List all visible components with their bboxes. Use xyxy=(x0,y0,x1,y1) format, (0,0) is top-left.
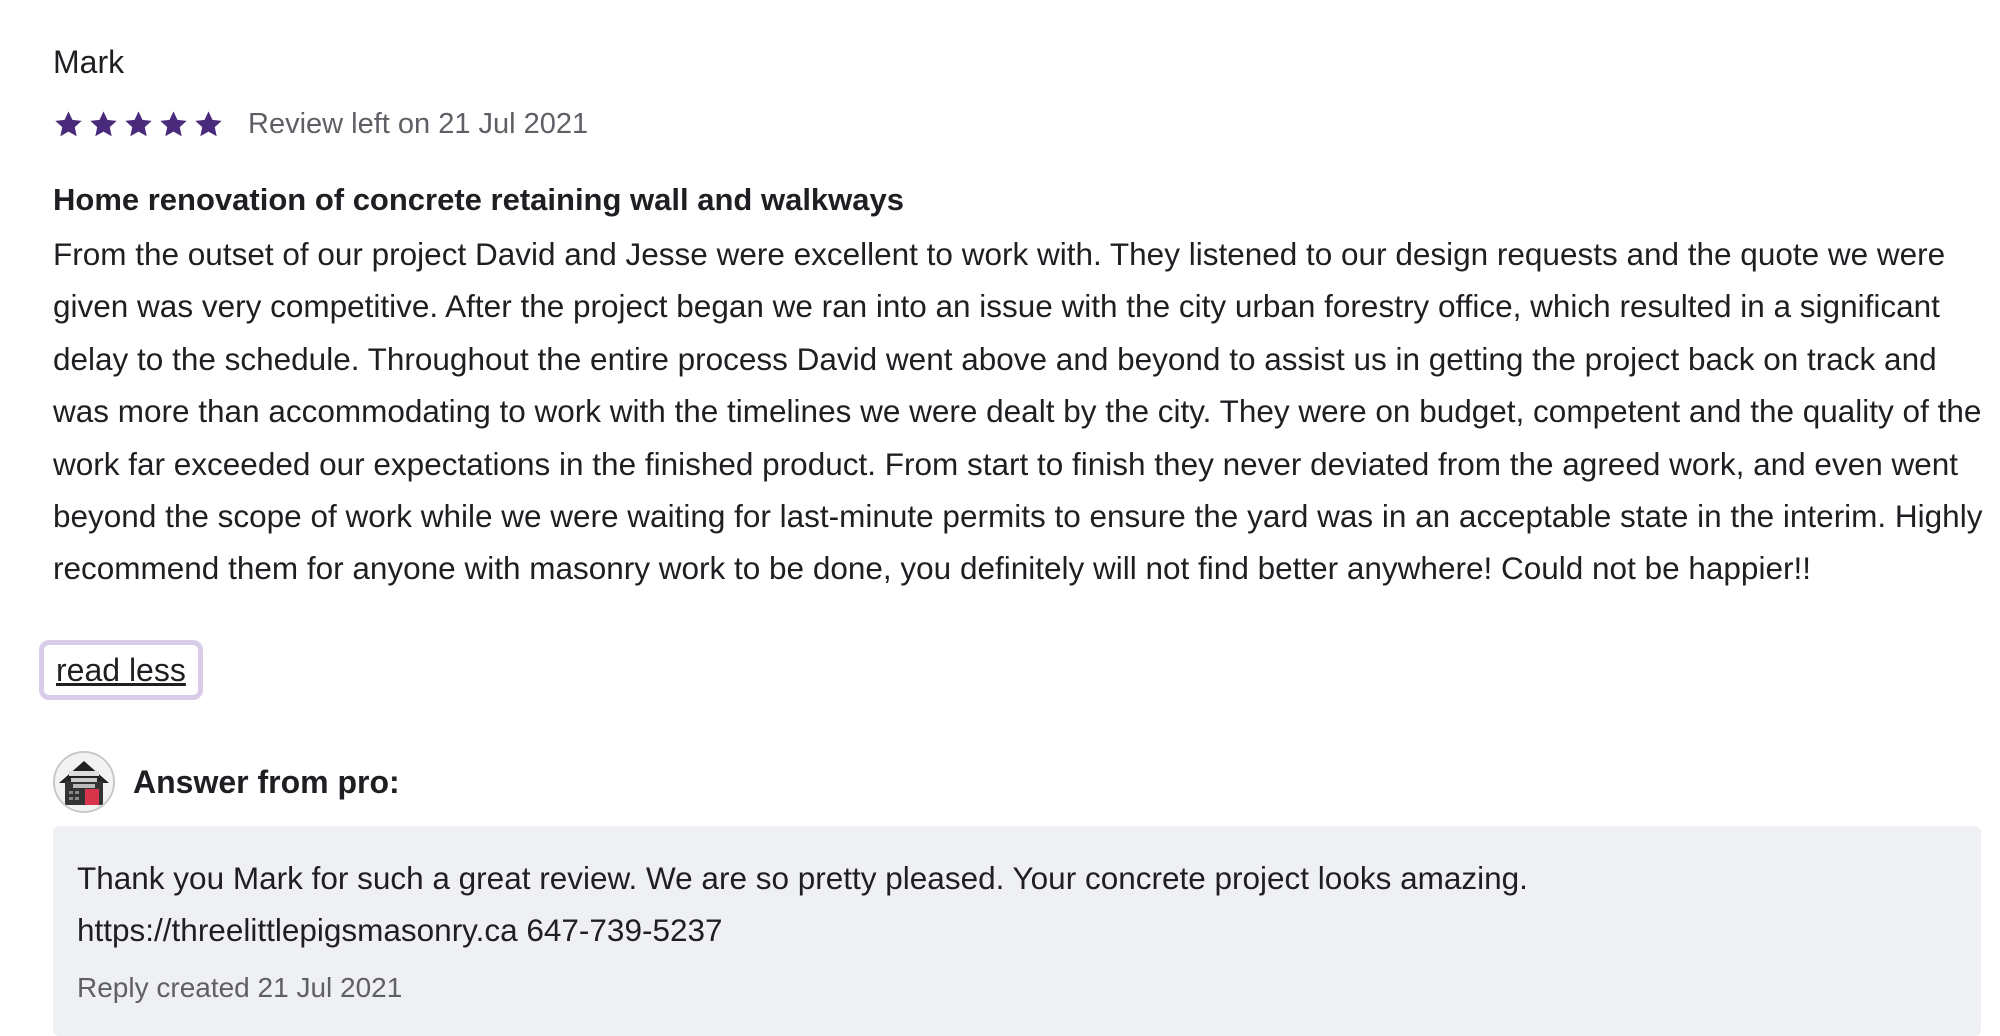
answer-header: Answer from pro: xyxy=(53,750,400,814)
business-logo-avatar xyxy=(53,751,115,813)
star-icon xyxy=(88,109,119,140)
star-icon xyxy=(158,109,189,140)
answer-text: Thank you Mark for such a great review. … xyxy=(77,860,1528,948)
star-icon xyxy=(53,109,84,140)
answer-label: Answer from pro: xyxy=(133,764,400,800)
star-icon xyxy=(123,109,154,140)
read-less-link[interactable]: read less xyxy=(39,640,203,700)
star-icon xyxy=(193,109,224,140)
star-rating xyxy=(53,109,224,140)
review-title: Home renovation of concrete retaining wa… xyxy=(53,182,905,217)
review-date: Review left on 21 Jul 2021 xyxy=(248,108,589,140)
reply-date: Reply created 21 Jul 2021 xyxy=(77,972,403,1003)
review-body: From the outset of our project David and… xyxy=(53,236,1983,587)
reviewer-name: Mark xyxy=(53,44,125,80)
pro-answer-box: Thank you Mark for such a great review. … xyxy=(53,826,1981,1036)
rating-row: Review left on 21 Jul 2021 xyxy=(53,102,588,146)
